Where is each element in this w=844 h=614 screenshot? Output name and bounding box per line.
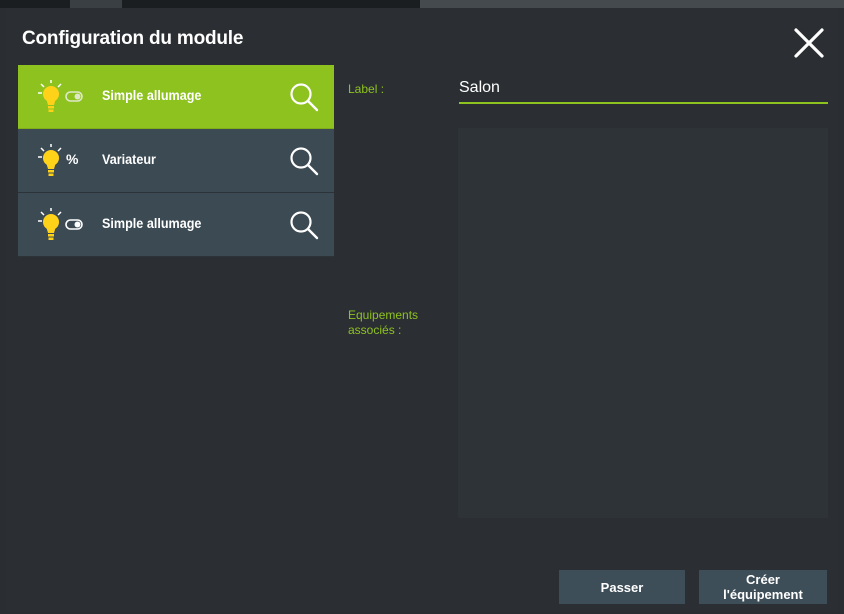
passer-button[interactable]: Passer xyxy=(559,570,685,604)
toggle-switch-icon xyxy=(65,219,83,230)
label-field-caption: Label : xyxy=(348,82,385,96)
window-top-strip xyxy=(0,0,844,8)
module-item-simple-allumage-1[interactable]: Simple allumage xyxy=(18,65,334,129)
toggle-switch-icon xyxy=(65,91,83,102)
creer-equipement-button[interactable]: Créer l'équipement xyxy=(699,570,827,604)
light-bulb-icon xyxy=(38,144,62,176)
module-item-variateur[interactable]: % Variateur xyxy=(18,129,334,193)
search-icon[interactable] xyxy=(288,81,320,113)
dimmer-percent-icon: % xyxy=(66,151,79,167)
top-strip-segment xyxy=(420,0,844,8)
search-icon[interactable] xyxy=(288,209,320,241)
light-bulb-icon xyxy=(38,208,62,240)
label-input[interactable] xyxy=(459,74,828,104)
search-icon[interactable] xyxy=(288,145,320,177)
dialog-title: Configuration du module xyxy=(22,28,244,49)
module-item-label: Simple allumage xyxy=(102,87,202,103)
equipements-list-box[interactable] xyxy=(458,128,828,518)
module-item-simple-allumage-2[interactable]: Simple allumage xyxy=(18,193,334,257)
creer-button-line2: l'équipement xyxy=(723,587,803,602)
light-bulb-icon xyxy=(38,80,62,112)
creer-button-line1: Créer xyxy=(746,572,780,587)
top-strip-segment xyxy=(70,0,122,8)
equipements-caption-line2: associés : xyxy=(348,323,402,337)
close-icon[interactable] xyxy=(792,26,826,60)
equipements-caption-line1: Equipements xyxy=(348,308,419,322)
module-item-label: Variateur xyxy=(102,151,156,167)
equipements-caption: Equipements associés : xyxy=(348,308,448,338)
module-list: Simple allumage % Variateur Simple allum… xyxy=(18,65,334,257)
module-item-label: Simple allumage xyxy=(102,215,202,231)
